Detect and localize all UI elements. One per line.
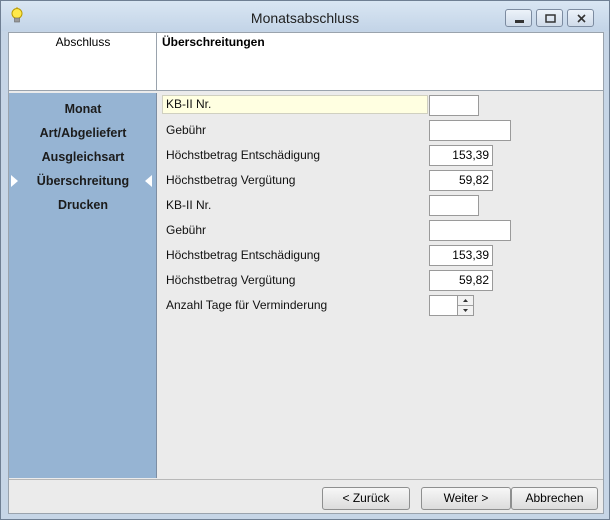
close-icon [577,14,586,23]
kb-ii-nr-input[interactable] [429,95,479,116]
dialog-header: Abschluss Überschreitungen [9,33,603,91]
cancel-button[interactable]: Abbrechen [511,487,598,510]
sidebar-item-label: Überschreitung [36,174,130,188]
hoechstbetrag-verguetung-input[interactable]: 59,82 [429,170,493,191]
header-left-panel: Abschluss [9,33,157,91]
selected-arrow-right-icon [11,175,18,187]
anzahl-tage-label: Anzahl Tage für Verminderung [166,298,328,312]
dialog-window: Monatsabschluss Abschluss Überschreitung… [0,0,610,520]
restore-icon [545,14,556,23]
client-area: Abschluss Überschreitungen Monat Art/Abg… [8,32,604,514]
sidebar-item-label: Monat [64,102,102,116]
section-title: Überschreitungen [162,35,265,49]
sidebar-item-label: Art/Abgeliefert [39,126,127,140]
hoechstbetrag-entschaedigung-label-2: Höchstbetrag Entschädigung [166,248,321,262]
minimize-icon [515,20,524,23]
hoechstbetrag-verguetung-label-2: Höchstbetrag Vergütung [166,273,296,287]
close-button[interactable] [567,9,594,27]
gebuehr-label-2: Gebühr [166,223,207,237]
gebuehr-label: Gebühr [166,123,207,137]
hoechstbetrag-verguetung-label: Höchstbetrag Vergütung [166,173,296,187]
gebuehr-input[interactable] [429,120,511,141]
kb-ii-nr-label: KB-II Nr. [162,95,428,114]
sidebar-item-drucken[interactable]: Drucken [9,195,157,215]
gebuehr-input-2[interactable] [429,220,511,241]
dialog-footer: < Zurück Weiter > Abbrechen [9,479,603,513]
wizard-steps-sidebar: Monat Art/Abgeliefert Ausgleichsart Über… [9,93,157,478]
header-step-label: Abschluss [55,35,111,49]
title-bar[interactable]: Monatsabschluss [1,1,609,31]
hoechstbetrag-entschaedigung-label: Höchstbetrag Entschädigung [166,148,321,162]
maximize-button[interactable] [536,9,563,27]
kb-ii-nr-label-2: KB-II Nr. [166,198,212,212]
anzahl-tage-input[interactable] [429,295,459,316]
anzahl-tage-stepper[interactable] [457,295,474,316]
sidebar-item-ausgleichsart[interactable]: Ausgleichsart [9,147,157,167]
sidebar-item-label: Ausgleichsart [41,150,125,164]
kb-ii-nr-input-2[interactable] [429,195,479,216]
hoechstbetrag-verguetung-input-2[interactable]: 59,82 [429,270,493,291]
next-button[interactable]: Weiter > [421,487,511,510]
spin-arrows-icon [458,299,473,312]
selected-arrow-left-icon [145,175,152,187]
sidebar-item-label: Drucken [57,198,109,212]
sidebar-item-art-abgeliefert[interactable]: Art/Abgeliefert [9,123,157,143]
sidebar-item-ueberschreitung[interactable]: Überschreitung [9,171,157,191]
back-button[interactable]: < Zurück [322,487,410,510]
hoechstbetrag-entschaedigung-input[interactable]: 153,39 [429,145,493,166]
sidebar-item-monat[interactable]: Monat [9,99,157,119]
form-area: KB-II Nr. Gebühr Höchstbetrag Entschädig… [159,93,603,478]
hoechstbetrag-entschaedigung-input-2[interactable]: 153,39 [429,245,493,266]
minimize-button[interactable] [505,9,532,27]
